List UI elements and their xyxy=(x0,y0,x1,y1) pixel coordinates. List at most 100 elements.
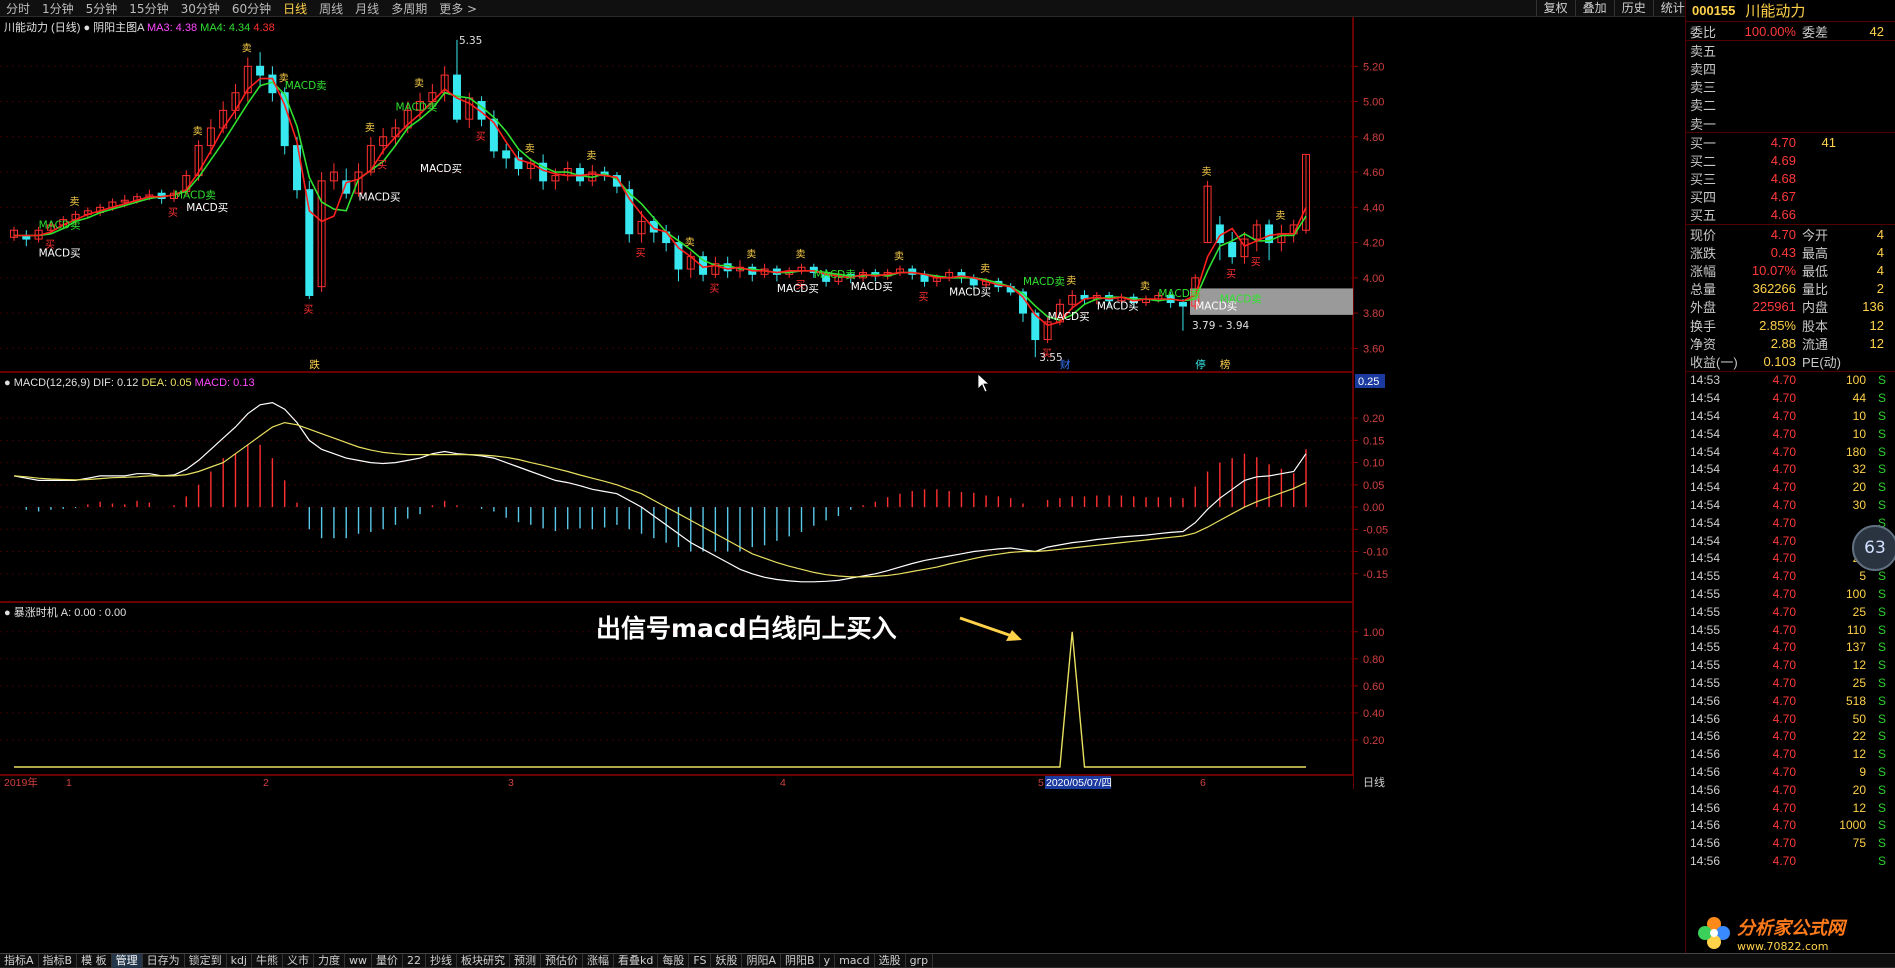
ask-row: 卖一 xyxy=(1686,114,1895,132)
period-tab[interactable]: 多周期 xyxy=(385,0,433,17)
sell-signal: 卖 xyxy=(70,196,80,208)
indicator-tab[interactable]: 妖股 xyxy=(711,953,743,968)
indicator-tab[interactable]: 预测 xyxy=(510,953,541,968)
stock-code: 000155 xyxy=(1692,3,1736,18)
tick-volume: 110 xyxy=(1846,622,1866,637)
bid-row: 买二 4.69 xyxy=(1686,151,1895,169)
indicator-tab[interactable]: grp xyxy=(906,953,934,968)
bid-row: 买一 4.70 41 xyxy=(1686,133,1895,151)
kline-chart-area[interactable]: 5.20 5.00 4.80 4.60 4.40 4.20 4.00 3.80 3.60 0.20… xyxy=(0,17,1685,957)
stat-value: 4 xyxy=(1876,263,1884,279)
indicator-tab[interactable]: kdj xyxy=(227,953,252,968)
tick-side: S xyxy=(1877,658,1886,673)
buy-signal: 买 xyxy=(377,159,387,171)
indicator-tab[interactable]: 量价 xyxy=(372,953,403,968)
macd-legend: ● MACD(12,26,9) DIF: 0.12 DEA: 0.05 MACD… xyxy=(4,377,255,389)
tick-price: 4.70 xyxy=(1772,373,1796,388)
tick-row: 14:55 4.70 110 S xyxy=(1686,621,1895,639)
toolbar-button[interactable]: 历史 xyxy=(1613,0,1653,16)
stat-label: 量比 xyxy=(1802,282,1829,298)
toolbar-button[interactable]: 复权 xyxy=(1535,0,1575,16)
buy-signal: 买 xyxy=(1226,269,1236,281)
period-tab[interactable]: 15分钟 xyxy=(123,0,174,17)
ask-row: 卖三 xyxy=(1686,78,1895,96)
indicator-tab[interactable]: FS xyxy=(689,953,712,968)
indicator-tab[interactable]: 义市 xyxy=(283,953,314,968)
indicator-tab[interactable]: 板块研究 xyxy=(457,953,510,968)
legend-item: A: 0.00 : 0.00 xyxy=(61,607,126,619)
indicator-tab[interactable]: 管理 xyxy=(111,953,143,968)
sell-signal: 卖 xyxy=(1202,166,1212,178)
stat-label: 最低 xyxy=(1802,264,1829,280)
tick-price: 4.70 xyxy=(1772,498,1796,513)
indicator-tab[interactable]: 日存为 xyxy=(143,953,185,968)
sell-signal: 卖 xyxy=(1066,275,1076,287)
stat-value: 4 xyxy=(1876,226,1884,242)
period-tab[interactable]: 1分钟 xyxy=(36,0,80,17)
tick-list[interactable]: 14:53 4.70 100 S 14:54 4.70 44 S 14:54 4.70 10 S 14:… xyxy=(1686,370,1895,870)
period-tab[interactable]: 日线 xyxy=(277,0,313,17)
tick-side: S xyxy=(1877,444,1886,459)
indicator-tab[interactable]: 力度 xyxy=(314,953,345,968)
tick-time: 14:54 xyxy=(1690,515,1721,530)
indicator-tab[interactable]: 阴阳A xyxy=(742,953,782,968)
tick-price: 4.70 xyxy=(1772,462,1796,477)
tick-time: 14:55 xyxy=(1690,676,1721,690)
indicator-tab[interactable]: 22 xyxy=(403,953,426,968)
range-label: 3.79 - 3.94 xyxy=(1192,320,1250,332)
indicator-tab[interactable]: 涨幅 xyxy=(583,953,614,968)
tick-price: 4.70 xyxy=(1772,836,1796,851)
date-axis xyxy=(0,776,1353,789)
period-tab[interactable]: 5分钟 xyxy=(80,0,124,17)
macd-sell-signal: MACD卖 xyxy=(1023,276,1065,288)
indicator-tab[interactable]: 模 板 xyxy=(77,953,112,968)
stat-value: 2.85% xyxy=(1759,317,1796,333)
macd-sell-signal: MACD卖 xyxy=(1158,288,1200,300)
period-tab[interactable]: 30分钟 xyxy=(175,0,226,17)
tick-volume: 12 xyxy=(1852,658,1866,673)
tick-time: 14:56 xyxy=(1690,764,1721,779)
bid-label: 买一 xyxy=(1690,135,1717,151)
indicator-tab[interactable]: 抄线 xyxy=(426,953,457,968)
signal-legend: ● 暴涨时机 A: 0.00 : 0.00 xyxy=(4,605,126,619)
bid-price: 4.67 xyxy=(1770,189,1796,205)
toolbar-button[interactable]: 叠加 xyxy=(1574,0,1614,16)
wc-label: 委差 xyxy=(1802,24,1829,40)
sell-signal: 卖 xyxy=(980,263,990,275)
tick-price: 4.70 xyxy=(1772,818,1796,833)
indicator-tab[interactable]: y xyxy=(820,953,836,968)
indicator-tab[interactable]: 选股 xyxy=(875,953,906,968)
indicator-tab[interactable]: 锁定到 xyxy=(185,953,227,968)
legend-item: 川能动力 (日线) xyxy=(4,20,80,34)
tick-price: 4.70 xyxy=(1772,693,1796,708)
tick-row: 14:55 4.70 25 S xyxy=(1686,603,1895,621)
tick-volume: 12 xyxy=(1852,747,1866,762)
chart-bg xyxy=(0,17,1685,957)
period-tab[interactable]: 分时 xyxy=(0,0,36,17)
sell-signal: 卖 xyxy=(746,249,756,261)
indicator-tab[interactable]: 牛熊 xyxy=(252,953,283,968)
indicator-tab[interactable]: ww xyxy=(345,953,372,968)
indicator-tab[interactable]: 指标A xyxy=(0,953,39,968)
tick-time: 14:54 xyxy=(1690,498,1721,513)
indicator-tab[interactable]: macd xyxy=(835,953,875,968)
legend-item: ● 阴阳主图A xyxy=(80,21,145,34)
tick-time: 14:54 xyxy=(1690,391,1721,406)
macd-y-label: 0.25 xyxy=(1358,376,1379,388)
indicator-tab[interactable]: 看叠kd xyxy=(614,953,659,968)
tick-price: 4.70 xyxy=(1772,515,1796,530)
tick-side: S xyxy=(1877,782,1886,797)
indicator-tab[interactable]: 阴阳B xyxy=(781,953,820,968)
period-tab[interactable]: 周线 xyxy=(313,0,349,17)
period-tab[interactable]: 60分钟 xyxy=(226,0,277,17)
indicator-tab[interactable]: 每股 xyxy=(658,953,690,968)
indicator-tab[interactable]: 预估价 xyxy=(541,953,583,968)
tick-row: 14:56 4.70 9 S xyxy=(1686,763,1895,781)
period-tab[interactable]: 更多 > xyxy=(433,0,483,17)
candle-body xyxy=(502,150,511,159)
speed-indicator[interactable]: 63 xyxy=(1852,525,1895,571)
indicator-tab[interactable]: 指标B xyxy=(39,953,78,968)
tick-side: S xyxy=(1877,800,1886,815)
tick-price: 4.70 xyxy=(1772,747,1796,762)
period-tab[interactable]: 月线 xyxy=(349,0,385,17)
